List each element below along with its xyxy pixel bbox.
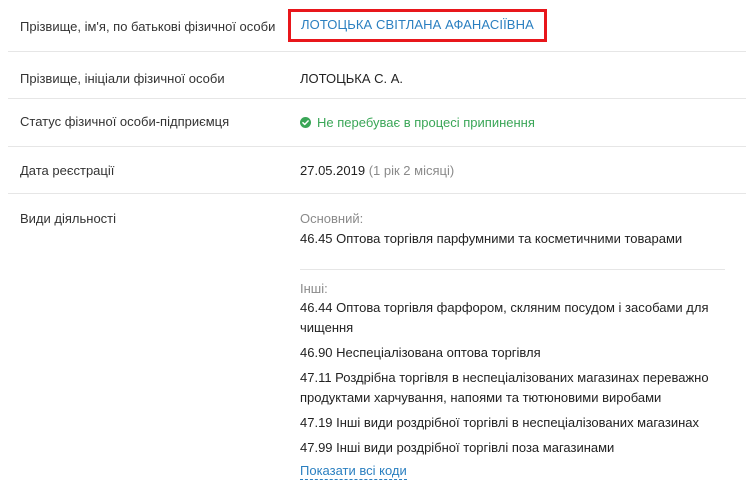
other-activities-list: 46.44 Оптова торгівля фарфором, скляним … [300,298,736,458]
row-full-name: Прізвище, ім'я, по батькові фізичної осо… [8,0,746,52]
registration-date-label: Дата реєстрації [20,163,115,178]
row-short-name: Прізвище, ініціали фізичної особи ЛОТОЦЬ… [8,52,746,99]
status-text: Не перебуває в процесі припинення [317,115,535,130]
row-activities: Види діяльності Основний: 46.45 Оптова т… [8,194,746,480]
short-name-label: Прізвище, ініціали фізичної особи [20,71,225,86]
main-activity-caption: Основний: [300,211,364,226]
activities-divider [300,269,725,270]
row-registration-date: Дата реєстрації 27.05.2019 (1 рік 2 міся… [8,147,746,194]
full-name-value-cell: ЛОТОЦЬКА СВІТЛАНА АФАНАСІЇВНА [288,0,746,51]
highlight-box: ЛОТОЦЬКА СВІТЛАНА АФАНАСІЇВНА [288,9,547,42]
status-label: Статус фізичної особи-підприємця [20,114,230,129]
check-circle-icon [300,117,311,128]
registration-date-value-cell: 27.05.2019 (1 рік 2 місяці) [300,147,746,193]
short-name-value: ЛОТОЦЬКА С. А. [300,71,404,86]
show-all-codes-link[interactable]: Показати всі коди [300,463,407,480]
status-badge: Не перебуває в процесі припинення [300,115,535,130]
list-item: 47.11 Роздрібна торгівля в неспеціалізов… [300,370,709,405]
list-item: 46.44 Оптова торгівля фарфором, скляним … [300,300,709,335]
activities-value-cell: Основний: 46.45 Оптова торгівля парфумни… [300,194,746,480]
registration-duration: (1 рік 2 місяці) [368,163,455,178]
registration-date: 27.05.2019 [300,163,366,178]
list-item: 47.99 Інші види роздрібної торгівлі поза… [300,440,615,455]
full-name-link[interactable]: ЛОТОЦЬКА СВІТЛАНА АФАНАСІЇВНА [301,17,534,32]
list-item: 46.90 Неспеціалізована оптова торгівля [300,345,541,360]
other-activities-caption: Інші: [300,281,328,296]
status-value-cell: Не перебуває в процесі припинення [300,99,746,146]
activities-label: Види діяльності [20,211,117,226]
row-status: Статус фізичної особи-підприємця Не пере… [8,99,746,147]
main-activity: 46.45 Оптова торгівля парфумними та косм… [300,231,683,246]
full-name-label: Прізвище, ім'я, по батькові фізичної осо… [20,19,276,34]
fop-details-table: Прізвище, ім'я, по батькові фізичної осо… [0,0,746,492]
list-item: 47.19 Інші види роздрібної торгівлі в не… [300,415,700,430]
